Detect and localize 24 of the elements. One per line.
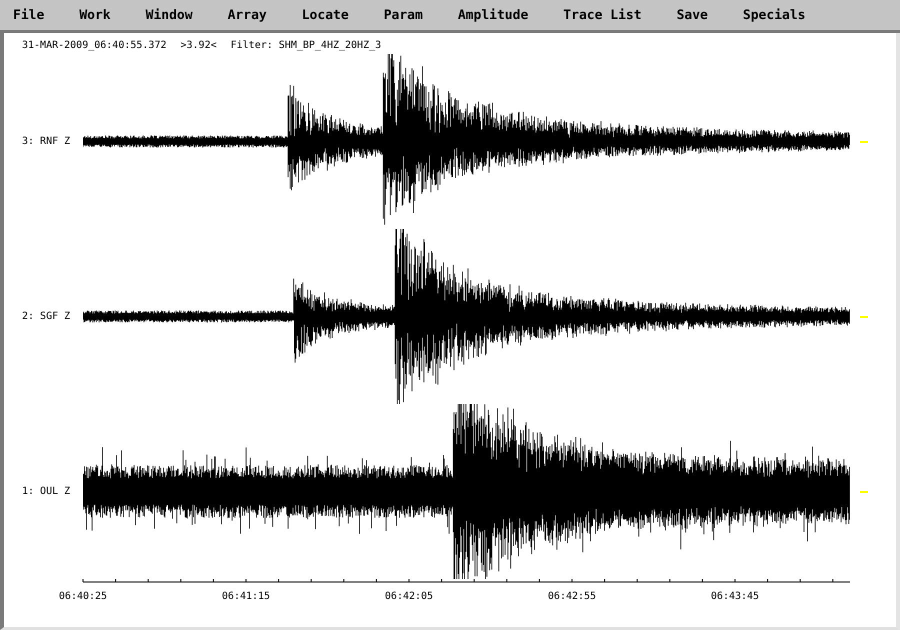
menu-item[interactable]: File: [13, 8, 44, 22]
trace-label: 2: SGF Z: [21, 311, 72, 322]
time-tick-label: 06:42:55: [548, 591, 596, 602]
trace-label: 3: RNF Z: [21, 136, 72, 147]
menu-item[interactable]: Trace List: [563, 8, 642, 22]
trace-label: 1: OUL Z: [21, 486, 72, 497]
time-tick-label: 06:43:45: [710, 591, 760, 602]
menu-item[interactable]: Specials: [742, 8, 806, 22]
start-time: 31-MAR-2009_06:40:55.372: [22, 40, 166, 53]
menu-item[interactable]: Work: [79, 8, 111, 22]
menu-item[interactable]: Save: [676, 8, 708, 22]
menu-item[interactable]: Amplitude: [458, 8, 528, 22]
trace-marker: [860, 316, 868, 318]
menu-item[interactable]: Array: [228, 8, 267, 22]
trace-marker: [860, 140, 868, 142]
filter-label: Filter: SHM_BP_4HZ_20HZ_3: [230, 40, 382, 53]
time-tick-label: 06:42:05: [384, 591, 434, 602]
menu-item[interactable]: Window: [146, 8, 193, 22]
amplitude-value: >3.92<: [180, 40, 217, 53]
trace-marker: [860, 490, 868, 492]
time-tick-label: 06:40:25: [58, 591, 108, 602]
menu-item[interactable]: Param: [384, 8, 423, 22]
time-tick-label: 06:41:15: [222, 591, 270, 602]
menu-item[interactable]: Locate: [302, 8, 349, 22]
